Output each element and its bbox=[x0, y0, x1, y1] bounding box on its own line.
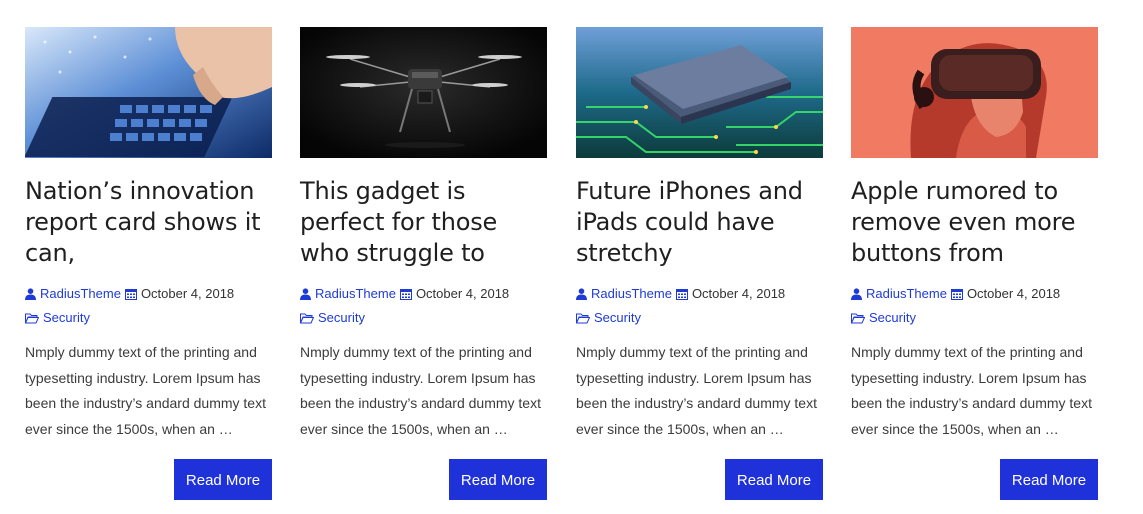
post-date: October 4, 2018 bbox=[140, 286, 235, 301]
post-title[interactable]: Future iPhones and iPads could have stre… bbox=[576, 176, 823, 269]
post-card: Nation’s innovation report card shows it… bbox=[25, 27, 272, 500]
post-grid: Nation’s innovation report card shows it… bbox=[0, 0, 1143, 514]
post-card: Apple rumored to remove even more button… bbox=[851, 27, 1098, 500]
post-category[interactable]: Security bbox=[43, 310, 90, 326]
post-category[interactable]: Security bbox=[869, 310, 916, 326]
folder-open-icon bbox=[576, 313, 590, 323]
post-author[interactable]: RadiusTheme bbox=[315, 286, 396, 302]
post-meta: RadiusTheme October 4, 2018 Security bbox=[576, 286, 823, 326]
user-icon bbox=[576, 288, 587, 300]
post-author[interactable]: RadiusTheme bbox=[866, 286, 947, 302]
read-more-button[interactable]: Read More bbox=[449, 459, 547, 500]
user-icon bbox=[300, 288, 311, 300]
folder-open-icon bbox=[300, 313, 314, 323]
read-more-button[interactable]: Read More bbox=[174, 459, 272, 500]
post-author[interactable]: RadiusTheme bbox=[40, 286, 121, 302]
post-category[interactable]: Security bbox=[318, 310, 365, 326]
post-thumbnail-chip[interactable] bbox=[576, 27, 823, 158]
calendar-icon bbox=[675, 289, 688, 300]
post-author[interactable]: RadiusTheme bbox=[591, 286, 672, 302]
chip-image bbox=[576, 27, 823, 158]
post-date: October 4, 2018 bbox=[415, 286, 510, 301]
drone-image bbox=[300, 27, 547, 158]
post-meta: RadiusTheme October 4, 2018 Security bbox=[300, 286, 547, 326]
vr-headset-image bbox=[851, 27, 1098, 158]
post-category[interactable]: Security bbox=[594, 310, 641, 326]
post-thumbnail-keyboard[interactable] bbox=[25, 27, 272, 158]
post-excerpt: Nmply dummy text of the printing and typ… bbox=[576, 344, 817, 437]
post-card: This gadget is perfect for those who str… bbox=[300, 27, 547, 500]
post-excerpt: Nmply dummy text of the printing and typ… bbox=[851, 344, 1092, 437]
post-excerpt: Nmply dummy text of the printing and typ… bbox=[300, 344, 541, 437]
user-icon bbox=[25, 288, 36, 300]
keyboard-image bbox=[25, 27, 272, 158]
post-meta: RadiusTheme October 4, 2018 Security bbox=[851, 286, 1098, 326]
post-card: Future iPhones and iPads could have stre… bbox=[576, 27, 823, 500]
calendar-icon bbox=[399, 289, 412, 300]
post-title[interactable]: This gadget is perfect for those who str… bbox=[300, 176, 547, 269]
post-excerpt: Nmply dummy text of the printing and typ… bbox=[25, 344, 266, 437]
calendar-icon bbox=[124, 289, 137, 300]
post-thumbnail-drone[interactable] bbox=[300, 27, 547, 158]
post-title[interactable]: Apple rumored to remove even more button… bbox=[851, 176, 1098, 269]
post-date: October 4, 2018 bbox=[966, 286, 1061, 301]
post-date: October 4, 2018 bbox=[691, 286, 786, 301]
read-more-button[interactable]: Read More bbox=[1000, 459, 1098, 500]
post-title[interactable]: Nation’s innovation report card shows it… bbox=[25, 176, 272, 269]
post-thumbnail-vr[interactable] bbox=[851, 27, 1098, 158]
calendar-icon bbox=[950, 289, 963, 300]
folder-open-icon bbox=[851, 313, 865, 323]
read-more-button[interactable]: Read More bbox=[725, 459, 823, 500]
post-meta: RadiusTheme October 4, 2018 Security bbox=[25, 286, 272, 326]
user-icon bbox=[851, 288, 862, 300]
folder-open-icon bbox=[25, 313, 39, 323]
